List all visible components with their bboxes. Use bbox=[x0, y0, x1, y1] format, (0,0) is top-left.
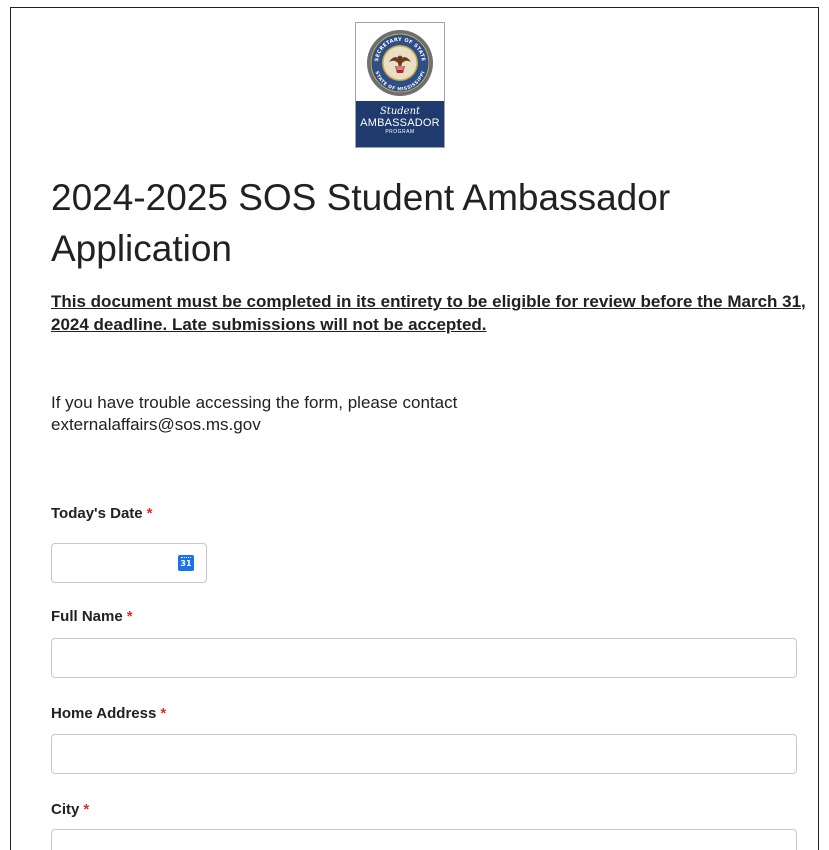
todays-date-field[interactable]: 31 bbox=[51, 543, 207, 583]
city-label: City * bbox=[51, 801, 89, 818]
city-input[interactable] bbox=[51, 829, 797, 850]
calendar-icon[interactable]: 31 bbox=[178, 555, 194, 571]
full-name-input[interactable] bbox=[51, 638, 797, 678]
todays-date-label: Today's Date * bbox=[51, 505, 153, 522]
full-name-label-text: Full Name bbox=[51, 608, 123, 625]
city-label-text: City bbox=[51, 801, 80, 818]
contact-email: externalaffairs@sos.ms.gov bbox=[51, 415, 261, 434]
full-name-label: Full Name * bbox=[51, 608, 133, 625]
todays-date-input[interactable] bbox=[52, 544, 188, 582]
logo-banner-line2: AMBASSADOR bbox=[360, 117, 440, 129]
deadline-notice: This document must be completed in its e… bbox=[51, 292, 806, 334]
home-address-label: Home Address * bbox=[51, 705, 166, 722]
required-asterisk: * bbox=[83, 801, 90, 818]
required-asterisk: * bbox=[146, 505, 153, 522]
todays-date-label-text: Today's Date bbox=[51, 505, 143, 522]
student-ambassador-logo: SECRETARY OF STATE STATE OF MISSISSIPPI … bbox=[355, 22, 445, 148]
form-frame: SECRETARY OF STATE STATE OF MISSISSIPPI … bbox=[10, 7, 819, 850]
mississippi-seal-icon: SECRETARY OF STATE STATE OF MISSISSIPPI bbox=[367, 30, 433, 96]
contact-line: If you have trouble accessing the form, … bbox=[51, 393, 458, 412]
required-asterisk: * bbox=[160, 705, 167, 722]
form-title: 2024-2025 SOS Student Ambassador Applica… bbox=[51, 177, 671, 269]
seal-area: SECRETARY OF STATE STATE OF MISSISSIPPI bbox=[356, 23, 444, 103]
required-asterisk: * bbox=[126, 608, 133, 625]
contact-info: If you have trouble accessing the form, … bbox=[51, 392, 751, 436]
home-address-input[interactable] bbox=[51, 734, 797, 774]
logo-banner-line1: Student bbox=[379, 106, 421, 117]
logo-banner-line3: PROGRAM bbox=[385, 129, 415, 135]
logo-banner: Student AMBASSADOR PROGRAM bbox=[356, 101, 444, 147]
home-address-label-text: Home Address bbox=[51, 705, 157, 722]
